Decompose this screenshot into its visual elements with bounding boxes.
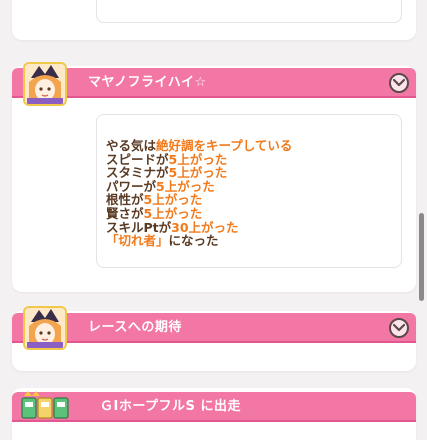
event-card-previous [12,0,416,40]
effect-line: やる気は絶好調をキープしている [106,139,292,153]
effect-text: になった [168,233,219,249]
effect-list: やる気は絶好調をキープしている スピードが5上がった スタミナが5上がった パワーが5… [106,139,292,248]
effect-line: スピードが5上がった [106,152,292,167]
effect-line: スキルPtが30上がった [106,220,292,235]
effect-highlight: 「切れ者」 [106,233,169,249]
scrollbar-thumb[interactable] [419,213,424,301]
race-cards-icon [18,390,72,430]
chevron-down-icon[interactable] [389,73,409,93]
event-header-race-expectation[interactable]: レースへの期待 [12,313,416,343]
effect-line: 根性が5上がった [106,193,292,207]
effect-panel-previous [96,0,402,23]
character-avatar [23,306,67,350]
event-header-race-entry[interactable]: ＧⅠホープフルS に出走 [12,392,416,422]
chevron-down-icon[interactable] [389,318,409,338]
event-title: ＧⅠホープフルS に出走 [100,399,241,414]
character-avatar [23,62,67,106]
event-title: マヤノフライハイ☆ [88,75,207,90]
effect-line: 賢さが5上がった [106,207,292,221]
effect-line: 「切れ者」になった [106,234,292,248]
event-title: レースへの期待 [88,320,182,335]
effect-line: スタミナが5上がった [106,166,292,180]
event-header-mayano[interactable]: マヤノフライハイ☆ [12,68,416,98]
effect-line: パワーが5上がった [106,179,292,194]
